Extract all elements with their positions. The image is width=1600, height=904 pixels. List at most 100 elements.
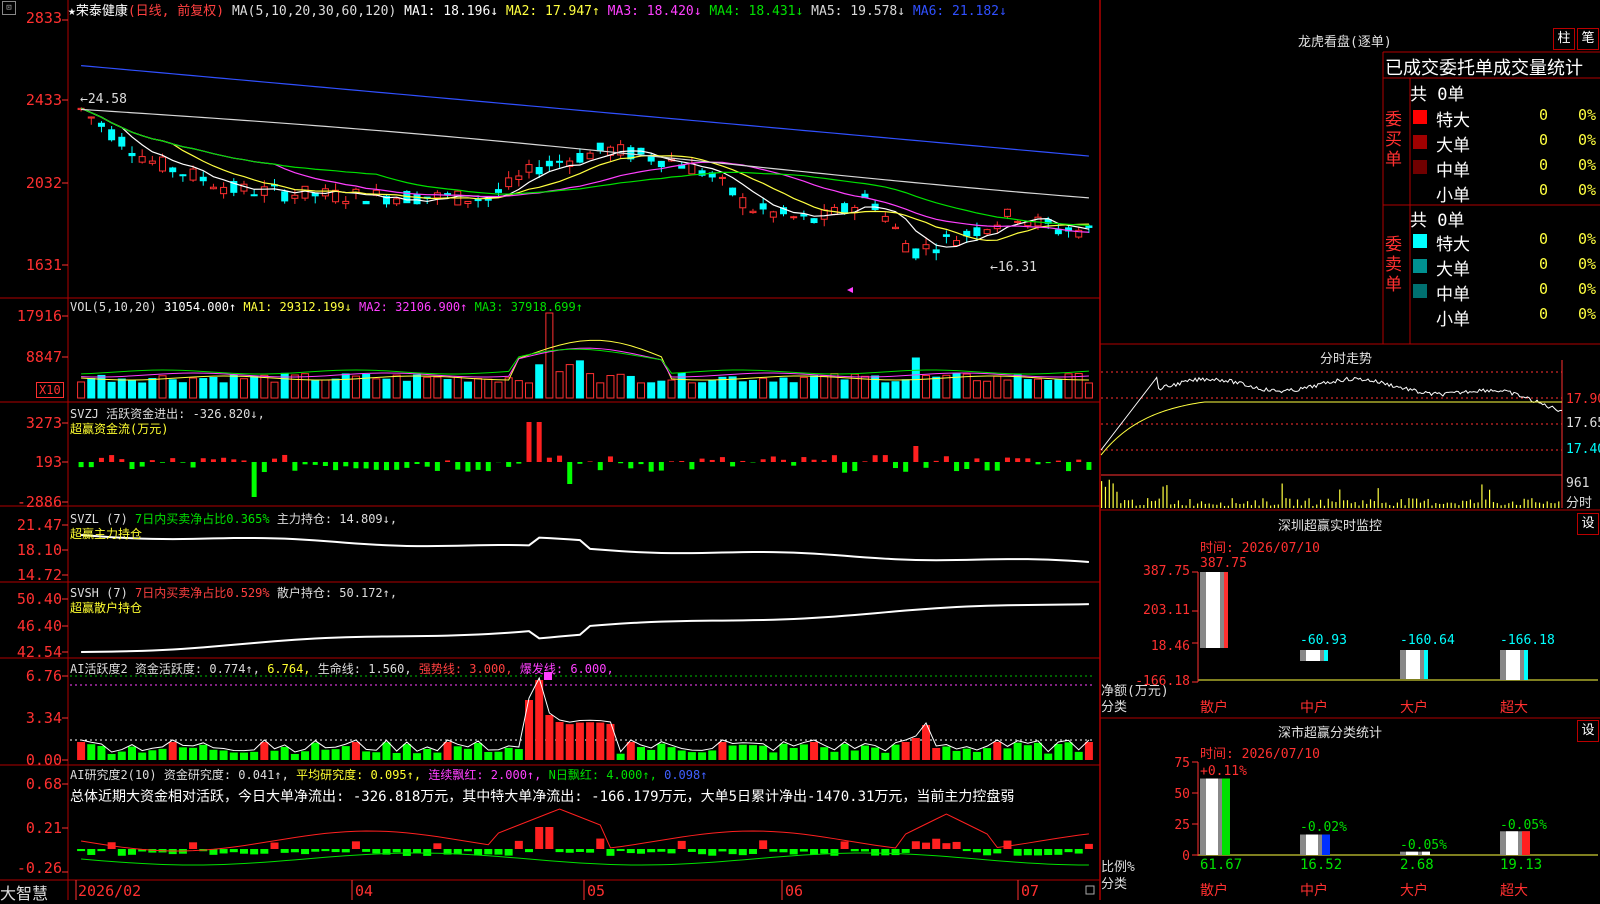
fund-flow-bar bbox=[649, 462, 654, 472]
sell-row-swatch bbox=[1413, 259, 1427, 273]
volume-bar bbox=[597, 383, 604, 398]
activity-bar bbox=[596, 723, 604, 760]
research-bar bbox=[271, 843, 279, 849]
activity-bar bbox=[505, 748, 513, 760]
volume-value-4: MA3: 37918.699↑ bbox=[467, 300, 583, 314]
volume-bar bbox=[383, 379, 390, 398]
intraday-volume-bar bbox=[1404, 505, 1405, 508]
volume-bar bbox=[617, 374, 624, 398]
intraday-volume-bar bbox=[1166, 485, 1167, 508]
activity-bar bbox=[993, 742, 1001, 760]
fund-flow-bar bbox=[455, 462, 460, 470]
intraday-volume-bar bbox=[1143, 505, 1144, 508]
intraday-volume-bar bbox=[1197, 504, 1198, 508]
month-label: 07 bbox=[1021, 882, 1039, 900]
ma-params: MA(5,10,20,30,60,120) bbox=[232, 4, 396, 19]
activity-bar bbox=[790, 748, 798, 760]
intraday-volume-bar bbox=[1527, 500, 1528, 508]
activity-bar bbox=[138, 753, 146, 760]
activity-bar bbox=[688, 752, 696, 760]
candle bbox=[282, 192, 288, 201]
activity-bar bbox=[199, 745, 207, 760]
fund-flow-bar bbox=[883, 455, 888, 462]
intraday-title: 分时走势 bbox=[1320, 348, 1372, 367]
stats-value: 61.67 bbox=[1200, 857, 1242, 873]
volume-bar bbox=[709, 381, 716, 398]
activity-bar bbox=[301, 751, 309, 760]
ai-research-tick: 0.68 bbox=[0, 775, 62, 793]
candle bbox=[536, 168, 542, 174]
buy-row-name: 特大 bbox=[1436, 106, 1470, 131]
fund-flow-bar bbox=[801, 457, 806, 462]
research-bar bbox=[902, 849, 910, 853]
research-bar bbox=[77, 849, 85, 851]
svzl-name: SVZL (7) bbox=[70, 512, 128, 526]
pen-mode-button[interactable]: 笔 bbox=[1577, 28, 1599, 50]
candle bbox=[1055, 230, 1061, 234]
volume-bar bbox=[933, 377, 940, 398]
fund-flow-bar bbox=[99, 458, 104, 462]
candle bbox=[1086, 226, 1092, 227]
activity-bar bbox=[372, 752, 380, 760]
research-bar bbox=[861, 849, 869, 852]
ma-header: ★荣泰健康(日线, 前复权) MA(5,10,20,30,60,120) MA1… bbox=[68, 0, 1007, 19]
activity-bar bbox=[535, 680, 543, 760]
sell-row-pct: 0% bbox=[1578, 230, 1596, 248]
intraday-volume-bar bbox=[1116, 492, 1117, 508]
monitor-settings-button[interactable]: 设 bbox=[1577, 513, 1599, 535]
fund-flow-bar bbox=[588, 461, 593, 462]
fund-flow-bar bbox=[79, 462, 84, 467]
fund-flow-bar bbox=[761, 459, 766, 462]
activity-bar bbox=[841, 744, 849, 760]
volume-bar bbox=[587, 374, 594, 398]
research-bar bbox=[321, 849, 329, 851]
fund-flow-bar bbox=[659, 462, 664, 471]
fund-flow-bar bbox=[557, 456, 562, 462]
sell-row-pct: 0% bbox=[1578, 305, 1596, 323]
volume-bar bbox=[118, 379, 125, 398]
volume-bar bbox=[505, 378, 512, 398]
intraday-vol-unit: 分时 bbox=[1566, 492, 1592, 511]
activity-bar bbox=[352, 742, 360, 760]
svsh-name: SVSH (7) bbox=[70, 586, 128, 600]
fund-flow-bar bbox=[323, 462, 328, 466]
brand-label: 大智慧 bbox=[0, 880, 48, 904]
research-bar bbox=[749, 849, 757, 854]
research-bar bbox=[586, 849, 594, 853]
intraday-volume-bar bbox=[1216, 505, 1217, 508]
research-bar bbox=[128, 849, 136, 855]
activity-bar bbox=[311, 743, 319, 760]
intraday-volume-bar bbox=[1335, 502, 1336, 508]
candle bbox=[791, 217, 797, 218]
candle bbox=[414, 194, 420, 203]
activity-bar bbox=[108, 754, 116, 760]
stats-settings-button[interactable]: 设 bbox=[1577, 720, 1599, 742]
intraday-volume-bar bbox=[1251, 505, 1252, 508]
volume-bar bbox=[688, 383, 695, 398]
intraday-avg-line bbox=[1101, 402, 1562, 455]
research-bar bbox=[566, 849, 574, 853]
activity-bar bbox=[698, 752, 706, 760]
intraday-volume-bar bbox=[1339, 489, 1340, 508]
activity-bar bbox=[474, 743, 482, 760]
intraday-volume-bar bbox=[1189, 499, 1190, 508]
intraday-price-tick: 17.40 bbox=[1566, 442, 1600, 457]
volume-value-1: 31054.000↑ bbox=[164, 300, 236, 314]
research-bar bbox=[1034, 849, 1042, 855]
sell-row-name: 特大 bbox=[1436, 230, 1470, 255]
fund-flow-bar bbox=[374, 462, 379, 470]
buy-row-swatch bbox=[1413, 160, 1427, 174]
intraday-volume-bar bbox=[1374, 501, 1375, 508]
chart-canvas[interactable] bbox=[0, 0, 1600, 900]
buy-row-count: 0 bbox=[1539, 181, 1548, 199]
fund-flow-bar bbox=[537, 422, 542, 462]
fund-flow-bar bbox=[577, 462, 582, 464]
bar-mode-button[interactable]: 柱 bbox=[1553, 28, 1575, 50]
candle bbox=[465, 201, 471, 203]
research-bar bbox=[372, 849, 380, 853]
stock-name[interactable]: ★荣泰健康 bbox=[68, 4, 128, 19]
stats-xlabel: 分类 bbox=[1101, 873, 1127, 892]
fund-flow-bar bbox=[679, 461, 684, 462]
activity-bar bbox=[454, 746, 462, 760]
research-bar bbox=[515, 841, 523, 849]
